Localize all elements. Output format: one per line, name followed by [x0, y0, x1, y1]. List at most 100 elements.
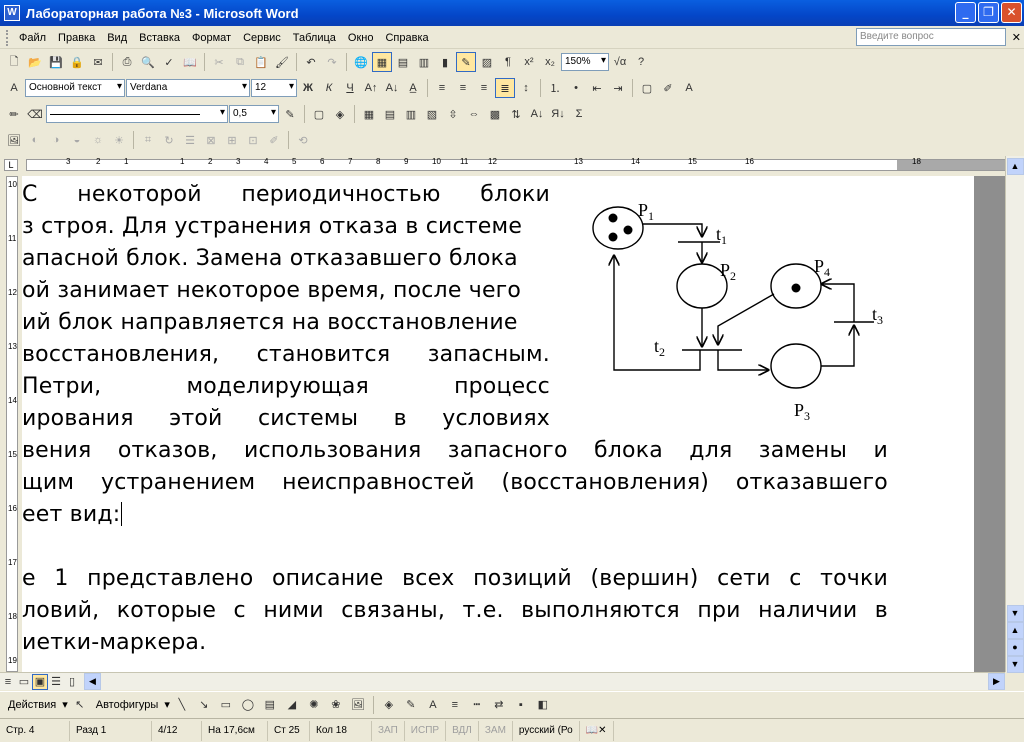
- print-layout-view-icon[interactable]: ▣: [32, 673, 48, 690]
- document-line[interactable]: е 1 представлено описание всех позиций (вершин…: [22, 566, 888, 591]
- crop-icon[interactable]: ⌗: [138, 130, 158, 150]
- menu-file[interactable]: Файл: [13, 30, 52, 46]
- distribute-cols-icon[interactable]: ⇔: [464, 104, 484, 124]
- tables-borders-icon[interactable]: ▦: [372, 52, 392, 72]
- align-cells-icon[interactable]: ▧: [422, 104, 442, 124]
- petri-net-diagram[interactable]: P1 P2 P4 P3 t1 t2 t3: [570, 190, 890, 434]
- document-line[interactable]: з строя. Для устранения отказа в системе: [22, 214, 522, 239]
- arrow-tool-icon[interactable]: ↘: [194, 695, 214, 715]
- line-weight-select[interactable]: 0,5: [229, 105, 279, 123]
- document-line[interactable]: ий блок направляется на восстановление: [22, 310, 518, 335]
- columns-icon[interactable]: ▮: [435, 52, 455, 72]
- horizontal-scrollbar[interactable]: ≡ ▭ ▣ ☰ ▯ ◀ ▶: [0, 672, 1005, 690]
- outline-view-icon[interactable]: ☰: [48, 674, 64, 690]
- reading-view-icon[interactable]: ▯: [64, 674, 80, 690]
- menu-view[interactable]: Вид: [101, 30, 133, 46]
- bullets-icon[interactable]: •: [566, 78, 586, 98]
- compress-icon[interactable]: ⊠: [201, 130, 221, 150]
- italic-button[interactable]: К: [319, 78, 339, 98]
- document-map-icon[interactable]: ▨: [477, 52, 497, 72]
- word-app-icon[interactable]: W: [4, 5, 20, 21]
- tab-selector-icon[interactable]: L: [4, 159, 18, 171]
- restore-button[interactable]: ❐: [978, 2, 999, 23]
- border-icon[interactable]: ▢: [637, 78, 657, 98]
- line-tool-icon[interactable]: ╲: [172, 695, 192, 715]
- subscript-icon[interactable]: x₂: [540, 52, 560, 72]
- document-line[interactable]: апасной блок. Замена отказавшего блока: [22, 246, 518, 271]
- document-line[interactable]: Петри, моделирующая процесс: [22, 374, 550, 399]
- permission-icon[interactable]: 🔒: [67, 52, 87, 72]
- undo-icon[interactable]: ↶: [301, 52, 321, 72]
- equation-icon[interactable]: √α: [610, 52, 630, 72]
- picture-icon[interactable]: 🖼: [348, 695, 368, 715]
- show-hide-icon[interactable]: ¶: [498, 52, 518, 72]
- underline-button[interactable]: Ч: [340, 78, 360, 98]
- sort-asc-icon[interactable]: A↓: [527, 104, 547, 124]
- close-document-icon[interactable]: ✕: [1012, 31, 1021, 44]
- font-color-draw-icon[interactable]: A: [423, 695, 443, 715]
- insert-table-icon[interactable]: ▤: [393, 52, 413, 72]
- menu-edit[interactable]: Правка: [52, 30, 101, 46]
- line-style-select[interactable]: [46, 105, 228, 123]
- copy-icon[interactable]: ⧉: [230, 52, 250, 72]
- align-right-icon[interactable]: ≡: [474, 78, 494, 98]
- status-ext[interactable]: ВДЛ: [446, 720, 479, 741]
- normal-view-icon[interactable]: ≡: [0, 674, 16, 690]
- align-center-icon[interactable]: ≡: [453, 78, 473, 98]
- split-cells-icon[interactable]: ▥: [401, 104, 421, 124]
- document-line[interactable]: вения отказов, использования запасного блока…: [22, 438, 888, 463]
- redo-icon[interactable]: ↷: [322, 52, 342, 72]
- status-trk[interactable]: ИСПР: [405, 720, 447, 741]
- autosum-icon[interactable]: Σ: [569, 104, 589, 124]
- minimize-button[interactable]: _: [955, 2, 976, 23]
- vertical-ruler[interactable]: 10 11 12 13 14 15 16 17 18 19: [0, 176, 22, 672]
- vertical-scrollbar[interactable]: ▲ ▼ ▲ ● ▼: [1005, 156, 1024, 673]
- numbering-icon[interactable]: ⒈: [545, 78, 565, 98]
- menu-insert[interactable]: Вставка: [133, 30, 186, 46]
- zoom-select[interactable]: 150%: [561, 53, 609, 71]
- oval-tool-icon[interactable]: ◯: [238, 695, 258, 715]
- font-color-icon[interactable]: A: [679, 78, 699, 98]
- print-preview-icon[interactable]: 🔍: [138, 52, 158, 72]
- print-icon[interactable]: ⎙: [117, 52, 137, 72]
- 3d-style-icon[interactable]: ◧: [533, 695, 553, 715]
- rotate-icon[interactable]: ↻: [159, 130, 179, 150]
- scroll-right-icon[interactable]: ▶: [988, 673, 1005, 690]
- browse-object-icon[interactable]: ●: [1006, 639, 1024, 656]
- eraser-icon[interactable]: ⌫: [25, 104, 45, 124]
- autoshapes-menu[interactable]: Автофигуры: [92, 699, 163, 711]
- menu-format[interactable]: Формат: [186, 30, 237, 46]
- dash-style-icon[interactable]: ┅: [467, 695, 487, 715]
- menu-window[interactable]: Окно: [342, 30, 380, 46]
- bold-button[interactable]: Ж: [298, 78, 318, 98]
- document-line[interactable]: иетки-маркера.: [22, 630, 206, 655]
- draw-table-icon[interactable]: ✏: [4, 104, 24, 124]
- drawing-icon[interactable]: ✎: [456, 52, 476, 72]
- email-icon[interactable]: ✉: [88, 52, 108, 72]
- open-icon[interactable]: 📂: [25, 52, 45, 72]
- color-icon[interactable]: ◐: [25, 130, 45, 150]
- format-picture-icon[interactable]: ⊡: [243, 130, 263, 150]
- horizontal-ruler[interactable]: L 3 2 1 1 2 3 4 5 6 7 8 9 10 11 12 13 14…: [0, 156, 1024, 174]
- scroll-left-icon[interactable]: ◀: [84, 673, 101, 690]
- merge-cells-icon[interactable]: ▤: [380, 104, 400, 124]
- more-contrast-icon[interactable]: ◑: [46, 130, 66, 150]
- menu-table[interactable]: Таблица: [287, 30, 342, 46]
- save-icon[interactable]: 💾: [46, 52, 66, 72]
- decrease-indent-icon[interactable]: ⇤: [587, 78, 607, 98]
- new-document-icon[interactable]: 🗋: [4, 52, 24, 72]
- text-direction-icon[interactable]: ⇅: [506, 104, 526, 124]
- research-icon[interactable]: 📖: [180, 52, 200, 72]
- increase-indent-icon[interactable]: ⇥: [608, 78, 628, 98]
- distribute-rows-icon[interactable]: ⇳: [443, 104, 463, 124]
- scroll-down-icon[interactable]: ▼: [1006, 605, 1024, 622]
- line-style-icon[interactable]: ☰: [180, 130, 200, 150]
- ask-question-input[interactable]: Введите вопрос: [856, 28, 1006, 46]
- document-line[interactable]: Снекоторой периодичностью блоки: [22, 182, 550, 207]
- close-button[interactable]: ✕: [1001, 2, 1022, 23]
- line-color-icon[interactable]: ✎: [401, 695, 421, 715]
- more-brightness-icon[interactable]: ☼: [88, 130, 108, 150]
- select-objects-icon[interactable]: ↖: [70, 695, 90, 715]
- line-style-draw-icon[interactable]: ≡: [445, 695, 465, 715]
- scroll-up-icon[interactable]: ▲: [1006, 158, 1024, 175]
